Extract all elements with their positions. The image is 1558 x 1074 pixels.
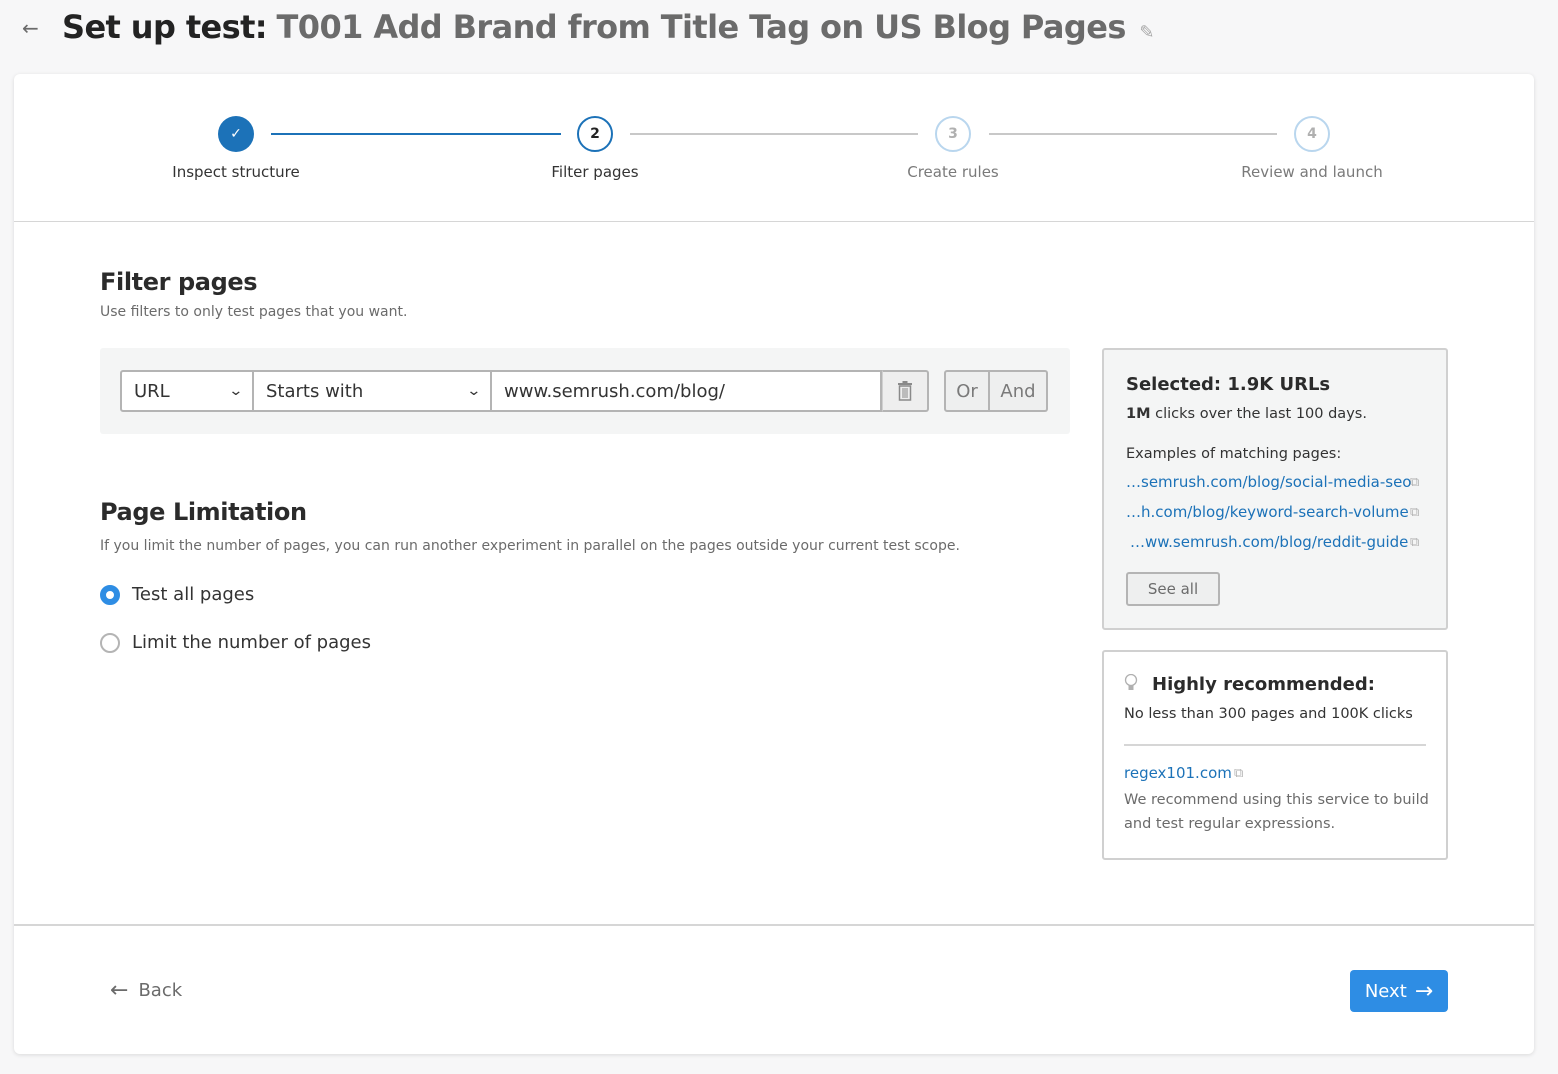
logic-operator-group: Or And — [944, 370, 1048, 412]
step-create-rules: 3 Create rules — [843, 116, 1063, 181]
step-inspect-structure[interactable]: ✓ Inspect structure — [126, 116, 346, 181]
or-button[interactable]: Or — [944, 370, 990, 412]
field-select-value: URL — [134, 380, 170, 402]
radio-checked-icon[interactable] — [100, 584, 120, 605]
examples-label: Examples of matching pages: — [1126, 446, 1342, 462]
chevron-down-icon: ⌄ — [228, 383, 244, 399]
clicks-value: 1M — [1126, 406, 1151, 422]
regex-description-line1: We recommend using this service to build — [1124, 792, 1429, 808]
radio-limit-pages[interactable]: Limit the number of pages — [100, 632, 371, 653]
edit-pencil-icon[interactable]: ✎ — [1139, 22, 1154, 43]
example-link[interactable]: …ww.semrush.com/blog/reddit-guide — [1130, 533, 1408, 551]
filter-box: URL ⌄ Starts with ⌄ Or And — [100, 348, 1070, 434]
radio-unchecked-icon[interactable] — [100, 632, 120, 653]
chevron-down-icon: ⌄ — [466, 383, 482, 399]
filter-pages-heading: Filter pages — [100, 268, 258, 296]
example-link[interactable]: …semrush.com/blog/social-media-seo — [1126, 473, 1411, 491]
url-pattern-input[interactable] — [492, 370, 882, 412]
arrow-left-icon: ← — [110, 978, 129, 1003]
filter-pages-description: Use filters to only test pages that you … — [100, 304, 408, 320]
external-link-icon[interactable]: ⧉ — [1410, 535, 1419, 550]
delete-filter-button[interactable] — [882, 370, 929, 412]
test-name: T001 Add Brand from Title Tag on US Blog… — [276, 8, 1127, 46]
regex-description-line2: and test regular expressions. — [1124, 816, 1336, 832]
footer: ← Back Next → — [14, 924, 1534, 1054]
step-label: Inspect structure — [172, 163, 300, 181]
next-label: Next — [1364, 980, 1407, 1002]
step-label: Filter pages — [551, 163, 639, 181]
check-icon: ✓ — [218, 116, 254, 152]
radio-test-all-pages[interactable]: Test all pages — [100, 584, 254, 605]
external-link-icon[interactable]: ⧉ — [1234, 766, 1243, 781]
page-title: Set up test: T001 Add Brand from Title T… — [62, 8, 1154, 46]
radio-label: Limit the number of pages — [132, 632, 371, 653]
back-button[interactable]: ← Back — [110, 978, 182, 1003]
next-button[interactable]: Next → — [1350, 970, 1448, 1012]
back-arrow-icon[interactable]: ← — [22, 16, 39, 40]
recommendation-text: No less than 300 pages and 100K clicks — [1124, 706, 1413, 722]
selected-urls-panel: Selected: 1.9K URLs 1M clicks over the l… — [1102, 348, 1448, 630]
selected-count: Selected: 1.9K URLs — [1126, 374, 1331, 395]
operator-select[interactable]: Starts with ⌄ — [254, 370, 492, 412]
external-link-icon[interactable]: ⧉ — [1410, 505, 1419, 520]
arrow-right-icon: → — [1414, 978, 1434, 1004]
regex101-link[interactable]: regex101.com — [1124, 764, 1232, 782]
operator-select-value: Starts with — [266, 380, 364, 402]
recommendation-title: Highly recommended: — [1152, 674, 1375, 695]
radio-label: Test all pages — [132, 584, 255, 605]
page-limitation-description: If you limit the number of pages, you ca… — [100, 538, 960, 554]
clicks-summary: 1M clicks over the last 100 days. — [1126, 406, 1367, 422]
step-number: 4 — [1294, 116, 1330, 152]
step-number: 2 — [577, 116, 613, 152]
step-filter-pages[interactable]: 2 Filter pages — [485, 116, 705, 181]
clicks-text: clicks over the last 100 days. — [1150, 406, 1367, 422]
trash-icon — [898, 381, 912, 401]
recommendation-panel: Highly recommended: No less than 300 pag… — [1102, 650, 1448, 860]
setup-card: ✓ Inspect structure 2 Filter pages 3 Cre… — [14, 74, 1534, 1054]
see-all-button[interactable]: See all — [1126, 572, 1220, 606]
page-limitation-heading: Page Limitation — [100, 498, 307, 526]
title-prefix: Set up test: — [62, 8, 268, 46]
step-number: 3 — [935, 116, 971, 152]
step-label: Create rules — [907, 163, 999, 181]
and-button[interactable]: And — [990, 370, 1048, 412]
example-link[interactable]: …h.com/blog/keyword-search-volume — [1126, 503, 1409, 521]
step-review-launch: 4 Review and launch — [1202, 116, 1422, 181]
filter-row: URL ⌄ Starts with ⌄ — [120, 370, 929, 412]
lightbulb-icon — [1124, 674, 1138, 690]
page-header: ← Set up test: T001 Add Brand from Title… — [0, 0, 1558, 60]
back-label: Back — [138, 980, 183, 1001]
step-label: Review and launch — [1241, 163, 1383, 181]
divider — [1124, 744, 1426, 746]
field-select[interactable]: URL ⌄ — [120, 370, 254, 412]
external-link-icon[interactable]: ⧉ — [1410, 475, 1419, 490]
stepper: ✓ Inspect structure 2 Filter pages 3 Cre… — [14, 74, 1534, 222]
